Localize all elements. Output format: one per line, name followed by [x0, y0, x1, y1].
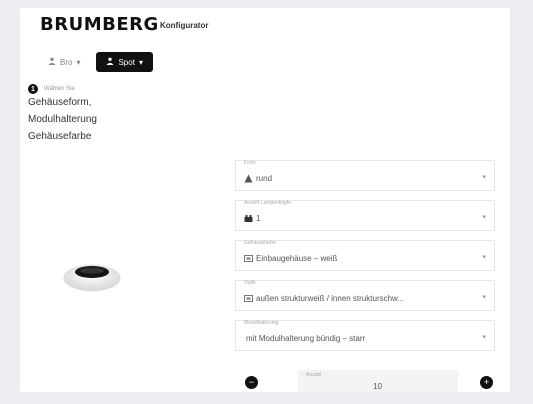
module-holder-select[interactable]: Modulhalterung mit Modulhalterung bündig…: [235, 320, 495, 351]
chevron-down-icon: ▾: [482, 334, 486, 341]
increase-quantity-button[interactable]: +: [480, 376, 493, 389]
form-select[interactable]: Form rund ▾: [235, 160, 495, 191]
optic-value: außen strukturweiß / innen strukturschw.…: [256, 294, 405, 303]
step-navigation: 1 Wählen Sie Gehäuseform, Modulhalterung…: [28, 84, 97, 145]
head-count-value: 1: [256, 214, 261, 223]
person-icon: [48, 57, 56, 67]
chevron-down-icon: ▾: [482, 294, 486, 301]
chevron-down-icon: ▾: [482, 174, 486, 181]
form-label: Form: [244, 160, 256, 166]
step-housing-shape[interactable]: Gehäuseform,: [28, 94, 97, 111]
quantity-value: 10: [373, 382, 382, 391]
chevron-down-icon: ▾: [76, 57, 81, 67]
module-holder-label: Modulhalterung: [244, 320, 279, 326]
brand-logo: BRUMBERG: [40, 14, 159, 35]
optic-icon: [244, 294, 254, 304]
step-module-holder[interactable]: Modulhalterung: [28, 111, 97, 128]
spot-head-icon: [244, 214, 254, 224]
triangle-icon: [244, 174, 254, 184]
chevron-down-icon: ▾: [482, 254, 486, 261]
decrease-quantity-button[interactable]: −: [245, 376, 258, 389]
mode-bro-button[interactable]: Bro ▾: [38, 52, 90, 72]
product-preview-image: [62, 258, 122, 294]
step-number-badge: 1: [28, 84, 38, 94]
mode-spot-label: Spot: [118, 57, 135, 67]
mode-selector: Bro ▾ Spot ▾: [38, 52, 153, 72]
chevron-down-icon: ▾: [138, 57, 143, 67]
optic-select[interactable]: Optik außen strukturweiß / innen struktu…: [235, 280, 495, 311]
housing-color-select[interactable]: Gehäusefarbe Einbaugehäuse – weiß ▾: [235, 240, 495, 271]
step-housing-color[interactable]: Gehäusefarbe: [28, 128, 97, 145]
mode-spot-button[interactable]: Spot ▾: [96, 52, 153, 72]
optic-label: Optik: [244, 280, 256, 286]
module-holder-value: mit Modulhalterung bündig – starr: [246, 334, 366, 343]
brand-subtitle: Konfigurator: [160, 21, 209, 30]
form-value: rund: [256, 174, 273, 183]
configuration-form: Form rund ▾ Anzahl Lampenköpfe 1 ▾ Gehäu…: [235, 160, 495, 360]
head-count-select[interactable]: Anzahl Lampenköpfe 1 ▾: [235, 200, 495, 231]
housing-color-label: Gehäusefarbe: [244, 240, 276, 246]
quantity-stepper: − Anzahl 10 +: [245, 370, 501, 392]
housing-icon: [244, 254, 254, 264]
chevron-down-icon: ▾: [482, 214, 486, 221]
step-hint: Wählen Sie: [44, 86, 75, 92]
configurator-panel: BRUMBERG Konfigurator Bro ▾ Spot ▾ 1 Wäh…: [20, 8, 510, 392]
head-count-label: Anzahl Lampenköpfe: [244, 200, 291, 206]
quantity-label: Anzahl: [306, 372, 322, 378]
mode-bro-label: Bro: [60, 57, 73, 67]
housing-color-value: Einbaugehäuse – weiß: [256, 254, 338, 263]
quantity-field[interactable]: Anzahl 10: [298, 370, 458, 392]
person-icon: [106, 57, 114, 67]
